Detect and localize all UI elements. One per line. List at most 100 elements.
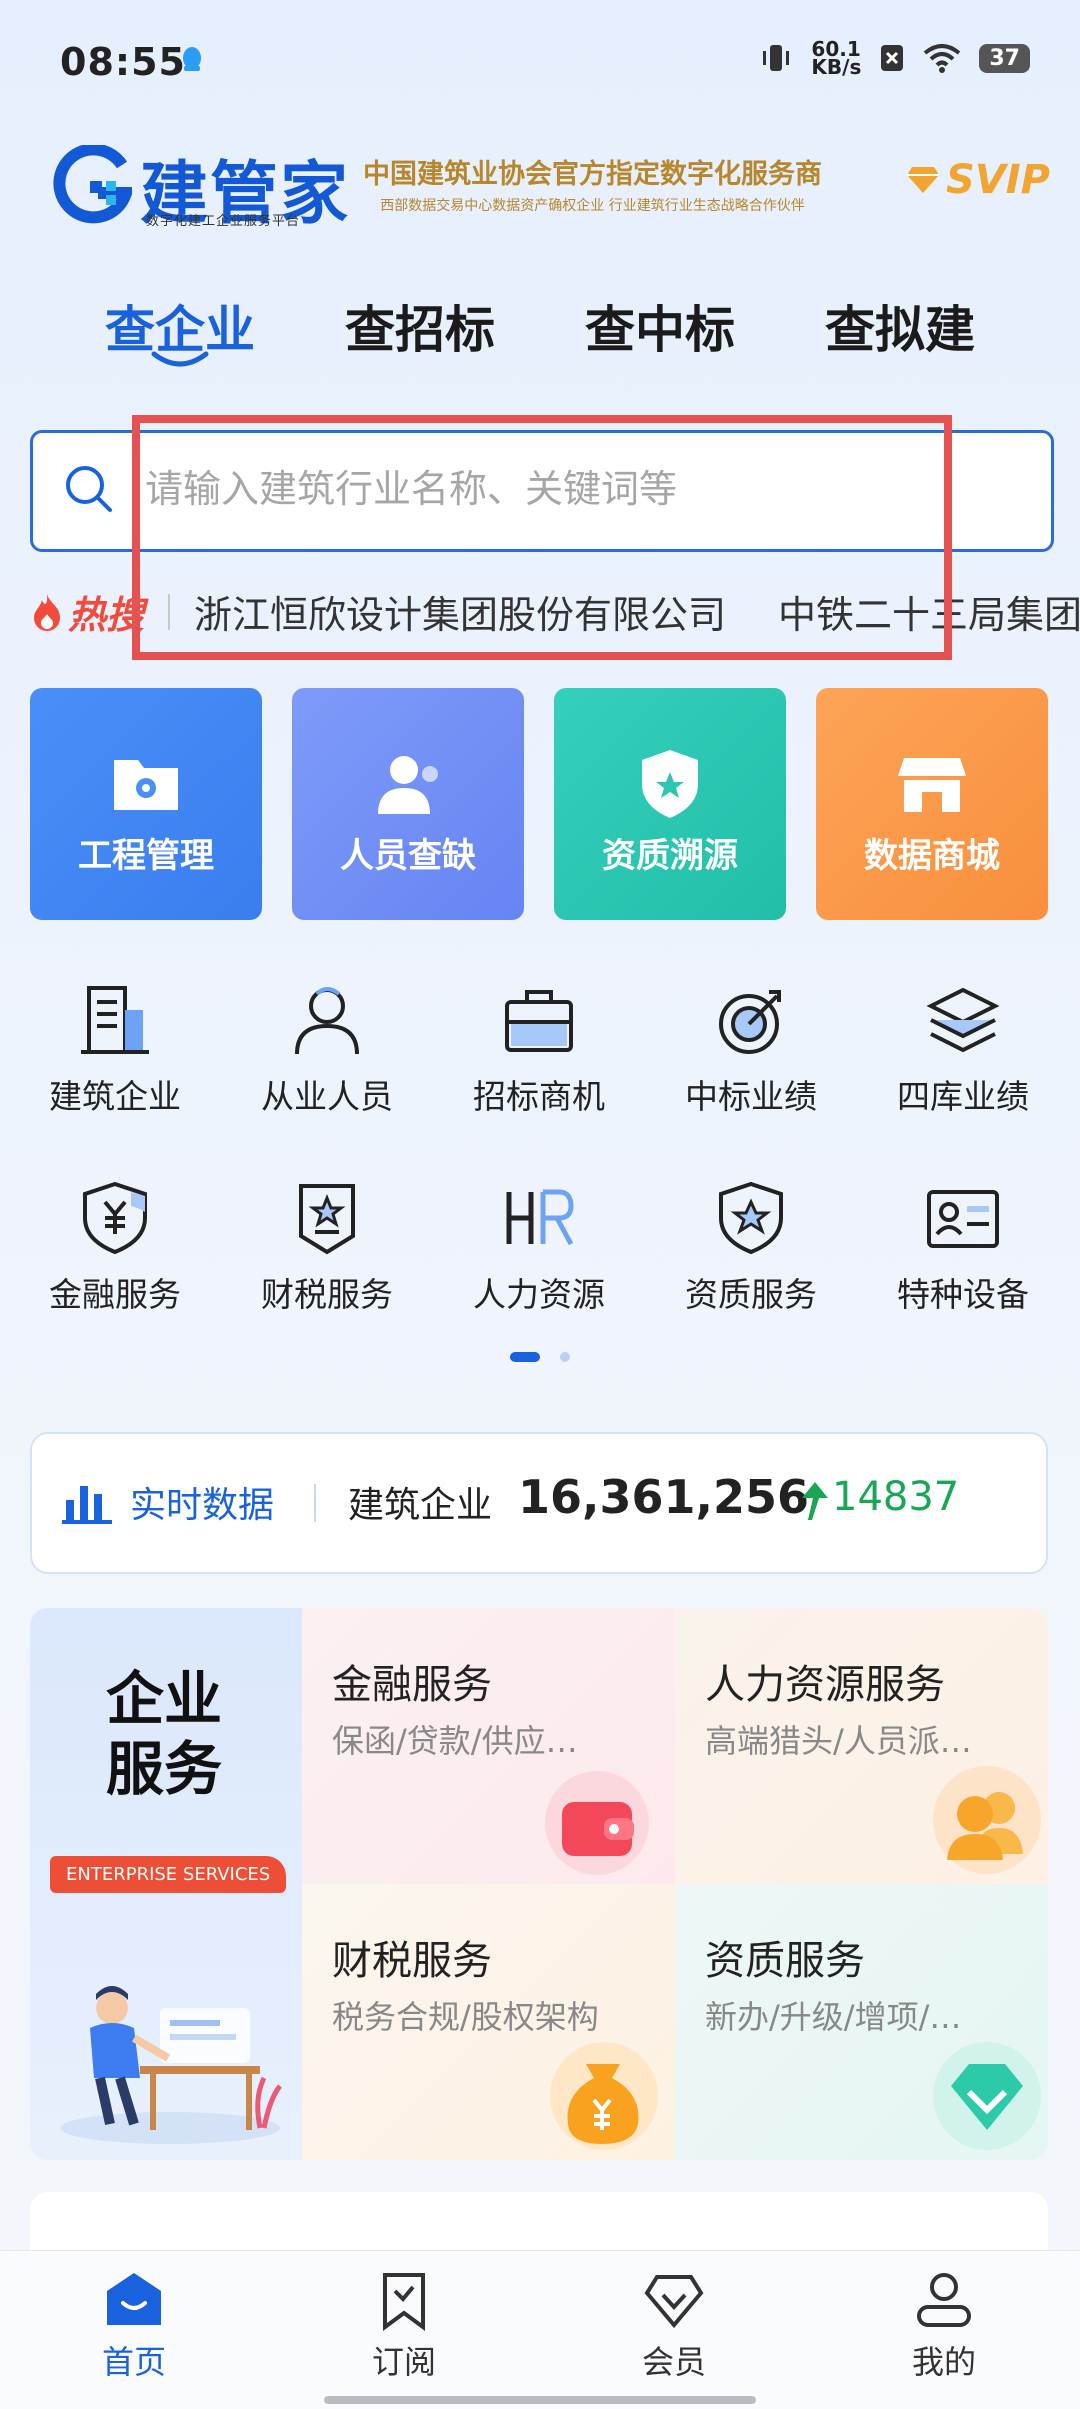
tab-proposed[interactable]: 查拟建 — [780, 290, 1020, 362]
tab-winning-bid[interactable]: 查中标 — [540, 290, 780, 362]
service-title: 人力资源服务 — [705, 1662, 945, 1708]
person-at-desk-illustration — [60, 1986, 282, 2144]
enterprise-services-panel: 企业 服务 ENTERPRISE SERVICES 金融服务 保函/贷款/供应…… — [30, 1608, 1048, 2160]
grid-label: 财税服务 — [261, 1275, 393, 1314]
card-personnel-check[interactable]: 人员查缺 — [292, 688, 524, 920]
grid-label: 金融服务 — [49, 1275, 181, 1314]
vibrate-icon — [763, 45, 790, 71]
grid-qualification-services[interactable]: 资质服务 — [646, 1178, 856, 1316]
card-data-mall[interactable]: 数据商城 — [816, 688, 1048, 920]
grid-construction-companies[interactable]: 建筑企业 — [10, 980, 220, 1118]
shop-icon — [898, 758, 966, 812]
home-icon — [107, 2273, 161, 2325]
card-project-management[interactable]: 工程管理 — [30, 688, 262, 920]
logo-subtitle: 数字化建工企业服务平台 — [146, 214, 301, 229]
yuan-shield-icon — [83, 1181, 147, 1255]
shield-star-icon — [642, 750, 698, 818]
nav-home[interactable]: 首页 — [34, 2269, 234, 2383]
nav-subscribe[interactable]: 订阅 — [304, 2269, 504, 2383]
realtime-increase: 14837 — [832, 1474, 960, 1520]
active-tab-indicator — [151, 351, 209, 367]
nav-label: 首页 — [101, 2343, 166, 2381]
home-indicator[interactable] — [324, 2396, 756, 2404]
grid-label: 特种设备 — [897, 1275, 1029, 1314]
network-speed: 60.1 KB/s — [811, 37, 862, 79]
grid-label: 从业人员 — [261, 1077, 393, 1116]
slogan-line-2: 西部数据交易中心数据资产确权企业 行业建筑行业生态战略合作伙伴 — [380, 198, 805, 214]
service-financial[interactable]: 金融服务 保函/贷款/供应… — [302, 1608, 675, 1884]
grid-label: 人力资源 — [473, 1275, 605, 1314]
bookmark-icon — [383, 2273, 425, 2331]
diamond-icon — [907, 167, 940, 193]
card-label: 资质溯源 — [602, 836, 738, 876]
service-qualification[interactable]: 资质服务 新办/升级/增项/… — [675, 1884, 1048, 2160]
enterprise-services-title: 企业 服务 — [106, 1664, 222, 1804]
enterprise-services-banner[interactable]: 企业 服务 ENTERPRISE SERVICES — [30, 1608, 302, 2160]
star-shield-icon — [719, 1181, 783, 1255]
slogan-line-1: 中国建筑业协会官方指定数字化服务商 — [363, 159, 822, 190]
tab-bidding[interactable]: 查招标 — [300, 290, 540, 362]
grid-winning-performance[interactable]: 中标业绩 — [646, 980, 856, 1118]
svip-label: SVIP — [946, 157, 1050, 203]
status-icons: 60.1 KB/s 37 — [759, 37, 1030, 79]
bar-chart-icon — [62, 1486, 112, 1524]
tab-label: 查拟建 — [825, 301, 975, 359]
id-card-icon — [927, 1190, 999, 1248]
realtime-data-card[interactable]: 实时数据 建筑企业 16,361,256 14837 — [30, 1432, 1048, 1574]
enterprise-services-badge: ENTERPRISE SERVICES — [50, 1856, 287, 1893]
page-dot — [560, 1352, 570, 1362]
bottom-navigation: 首页 订阅 会员 我的 — [0, 2250, 1080, 2409]
service-subtitle: 税务合规/股权架构 — [332, 1998, 599, 2036]
person-card-icon — [378, 756, 438, 814]
grid-four-database-performance[interactable]: 四库业绩 — [858, 980, 1068, 1118]
card-label: 工程管理 — [78, 836, 214, 876]
service-subtitle: 高端猎头/人员派… — [705, 1722, 972, 1760]
service-subtitle: 保函/贷款/供应… — [332, 1722, 578, 1760]
service-title: 资质服务 — [705, 1938, 865, 1984]
briefcase-icon — [505, 990, 573, 1052]
divider — [314, 1484, 316, 1522]
tab-label: 查招标 — [345, 301, 495, 359]
title-line: 企业 — [106, 1665, 223, 1733]
user-icon — [917, 2273, 971, 2327]
svip-button[interactable]: SVIP — [906, 157, 1050, 203]
page-dot-active — [510, 1352, 540, 1362]
grid-human-resources[interactable]: 人力资源 — [434, 1178, 644, 1316]
wifi-icon — [924, 44, 961, 73]
target-icon — [719, 990, 781, 1054]
tab-company[interactable]: 查企业 — [60, 290, 300, 367]
grid-label: 中标业绩 — [685, 1077, 817, 1116]
grid-financial-services[interactable]: 金融服务 — [10, 1178, 220, 1316]
grid-special-equipment[interactable]: 特种设备 — [858, 1178, 1068, 1316]
card-label: 数据商城 — [864, 836, 1000, 876]
grid-practitioners[interactable]: 从业人员 — [222, 980, 432, 1118]
nav-profile[interactable]: 我的 — [844, 2269, 1044, 2383]
grid-bidding-opportunities[interactable]: 招标商机 — [434, 980, 644, 1118]
folder-gear-icon — [114, 760, 178, 810]
card-label: 人员查缺 — [340, 836, 476, 876]
tab-label: 查中标 — [585, 301, 735, 359]
layers-icon — [926, 987, 1000, 1053]
no-sim-icon — [881, 45, 904, 71]
realtime-category: 建筑企业 — [348, 1485, 493, 1526]
search-category-tabs: 查企业 查招标 查中标 查拟建 — [60, 290, 1020, 367]
service-title: 财税服务 — [332, 1938, 492, 1984]
service-tax[interactable]: 财税服务 税务合规/股权架构 — [302, 1884, 675, 2160]
diamond-badge-icon — [933, 2042, 1041, 2150]
person-icon — [295, 987, 359, 1055]
card-qualification-trace[interactable]: 资质溯源 — [554, 688, 786, 920]
nav-label: 会员 — [641, 2343, 706, 2381]
service-title: 金融服务 — [332, 1662, 492, 1708]
money-bag-icon — [550, 2042, 658, 2150]
grid-tax-services[interactable]: 财税服务 — [222, 1178, 432, 1316]
nav-label: 订阅 — [371, 2343, 436, 2381]
hr-icon — [506, 1189, 574, 1246]
status-time: 08:55 — [60, 40, 186, 84]
grid-label: 四库业绩 — [897, 1077, 1029, 1116]
fire-icon — [34, 593, 60, 631]
nav-membership[interactable]: 会员 — [574, 2269, 774, 2383]
nav-label: 我的 — [911, 2343, 976, 2381]
service-human-resources[interactable]: 人力资源服务 高端猎头/人员派… — [675, 1608, 1048, 1884]
search-icon — [66, 466, 112, 512]
diamond-icon — [644, 2275, 704, 2329]
